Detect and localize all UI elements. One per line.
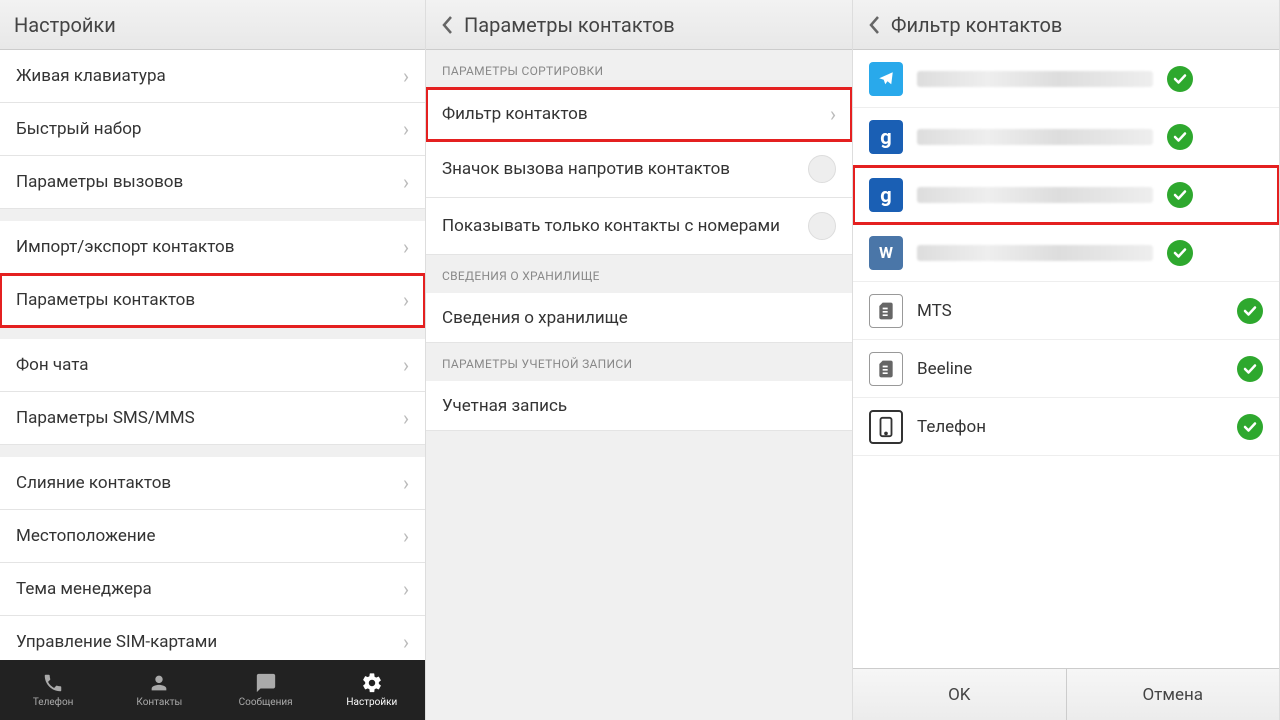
sim-icon — [869, 294, 903, 328]
contact-params-header[interactable]: Параметры контактов — [426, 0, 852, 50]
account-label-blurred — [917, 245, 1153, 261]
filter-row[interactable]: g — [853, 108, 1279, 166]
check-icon[interactable] — [1237, 414, 1263, 440]
filter-row[interactable]: MTS — [853, 282, 1279, 340]
sim-icon — [869, 352, 903, 386]
row-label: Учетная запись — [442, 396, 836, 416]
contact-params-title: Параметры контактов — [464, 13, 675, 37]
nav-messages[interactable]: Сообщения — [213, 660, 319, 720]
check-icon[interactable] — [1167, 240, 1193, 266]
row-label: Тема менеджера — [16, 579, 403, 599]
row-label: Фон чата — [16, 355, 403, 375]
row-label: Фильтр контактов — [442, 104, 830, 124]
section-label: ПАРАМЕТРЫ СОРТИРОВКИ — [426, 50, 852, 88]
filter-panel: Фильтр контактов ggWMTSBeelineТелефон OK… — [853, 0, 1280, 720]
account-label: Beeline — [917, 359, 1223, 379]
chevron-right-icon: › — [403, 471, 409, 495]
row-label: Быстрый набор — [16, 119, 403, 139]
row-label: Параметры вызовов — [16, 172, 403, 192]
ok-button[interactable]: OK — [853, 669, 1067, 720]
filter-row[interactable]: Beeline — [853, 340, 1279, 398]
toggle[interactable] — [808, 212, 836, 240]
row-label: Значок вызова напротив контактов — [442, 159, 808, 179]
filter-row[interactable]: Телефон — [853, 398, 1279, 456]
settings-list: Живая клавиатура›Быстрый набор›Параметры… — [0, 50, 425, 660]
row-label: Управление SIM-картами — [16, 632, 403, 652]
settings-row[interactable]: Параметры контактов› — [0, 274, 425, 327]
filter-list: ggWMTSBeelineТелефон — [853, 50, 1279, 668]
contact-params-panel: Параметры контактов ПАРАМЕТРЫ СОРТИРОВКИ… — [426, 0, 853, 720]
check-icon[interactable] — [1237, 356, 1263, 382]
settings-title: Настройки — [14, 13, 116, 37]
google-icon: g — [869, 178, 903, 212]
settings-row[interactable]: Живая клавиатура› — [0, 50, 425, 103]
chevron-right-icon: › — [830, 102, 836, 126]
settings-header: Настройки — [0, 0, 425, 50]
row-label: Местоположение — [16, 526, 403, 546]
back-icon[interactable] — [867, 13, 881, 37]
chevron-right-icon: › — [403, 235, 409, 259]
row-label: Показывать только контакты с номерами — [442, 216, 808, 236]
settings-row[interactable]: Местоположение› — [0, 510, 425, 563]
row-label: Параметры SMS/MMS — [16, 408, 403, 428]
filter-row[interactable]: g — [853, 166, 1279, 224]
check-icon[interactable] — [1167, 182, 1193, 208]
params-row[interactable]: Сведения о хранилище — [426, 293, 852, 343]
settings-row[interactable]: Импорт/экспорт контактов› — [0, 221, 425, 274]
row-label: Импорт/экспорт контактов — [16, 237, 403, 257]
chevron-right-icon: › — [403, 117, 409, 141]
account-label: MTS — [917, 301, 1223, 321]
chevron-right-icon: › — [403, 64, 409, 88]
telegram-icon — [869, 62, 903, 96]
account-label-blurred — [917, 71, 1153, 87]
section-label: ПАРАМЕТРЫ УЧЕТНОЙ ЗАПИСИ — [426, 343, 852, 381]
chevron-right-icon: › — [403, 288, 409, 312]
params-row[interactable]: Значок вызова напротив контактов — [426, 141, 852, 198]
chevron-right-icon: › — [403, 353, 409, 377]
vk-icon: W — [869, 236, 903, 270]
filter-buttons: OK Отмена — [853, 668, 1279, 720]
settings-row[interactable]: Тема менеджера› — [0, 563, 425, 616]
row-label: Сведения о хранилище — [442, 308, 836, 328]
nav-contacts[interactable]: Контакты — [106, 660, 212, 720]
params-row[interactable]: Показывать только контакты с номерами — [426, 198, 852, 255]
settings-row[interactable]: Параметры вызовов› — [0, 156, 425, 209]
settings-row[interactable]: Фон чата› — [0, 339, 425, 392]
chevron-right-icon: › — [403, 524, 409, 548]
bottom-nav: Телефон Контакты Сообщения Настройки — [0, 660, 425, 720]
params-row[interactable]: Учетная запись — [426, 381, 852, 431]
settings-row[interactable]: Параметры SMS/MMS› — [0, 392, 425, 445]
back-icon[interactable] — [440, 13, 454, 37]
nav-settings[interactable]: Настройки — [319, 660, 425, 720]
google-icon: g — [869, 120, 903, 154]
chevron-right-icon: › — [403, 630, 409, 654]
account-label-blurred — [917, 187, 1153, 203]
chevron-right-icon: › — [403, 170, 409, 194]
cancel-button[interactable]: Отмена — [1067, 669, 1280, 720]
filter-title: Фильтр контактов — [891, 13, 1062, 37]
row-label: Живая клавиатура — [16, 66, 403, 86]
row-label: Параметры контактов — [16, 290, 403, 310]
chevron-right-icon: › — [403, 406, 409, 430]
account-label: Телефон — [917, 417, 1223, 437]
section-label: СВЕДЕНИЯ О ХРАНИЛИЩЕ — [426, 255, 852, 293]
filter-row[interactable] — [853, 50, 1279, 108]
settings-panel: Настройки Живая клавиатура›Быстрый набор… — [0, 0, 426, 720]
check-icon[interactable] — [1237, 298, 1263, 324]
check-icon[interactable] — [1167, 124, 1193, 150]
params-row[interactable]: Фильтр контактов› — [426, 88, 852, 141]
filter-header[interactable]: Фильтр контактов — [853, 0, 1279, 50]
nav-phone[interactable]: Телефон — [0, 660, 106, 720]
filter-row[interactable]: W — [853, 224, 1279, 282]
account-label-blurred — [917, 129, 1153, 145]
row-label: Слияние контактов — [16, 473, 403, 493]
settings-row[interactable]: Быстрый набор› — [0, 103, 425, 156]
contact-params-list: ПАРАМЕТРЫ СОРТИРОВКИФильтр контактов›Зна… — [426, 50, 852, 720]
chevron-right-icon: › — [403, 577, 409, 601]
toggle[interactable] — [808, 155, 836, 183]
settings-row[interactable]: Управление SIM-картами› — [0, 616, 425, 660]
settings-row[interactable]: Слияние контактов› — [0, 457, 425, 510]
check-icon[interactable] — [1167, 66, 1193, 92]
phone-icon — [869, 410, 903, 444]
